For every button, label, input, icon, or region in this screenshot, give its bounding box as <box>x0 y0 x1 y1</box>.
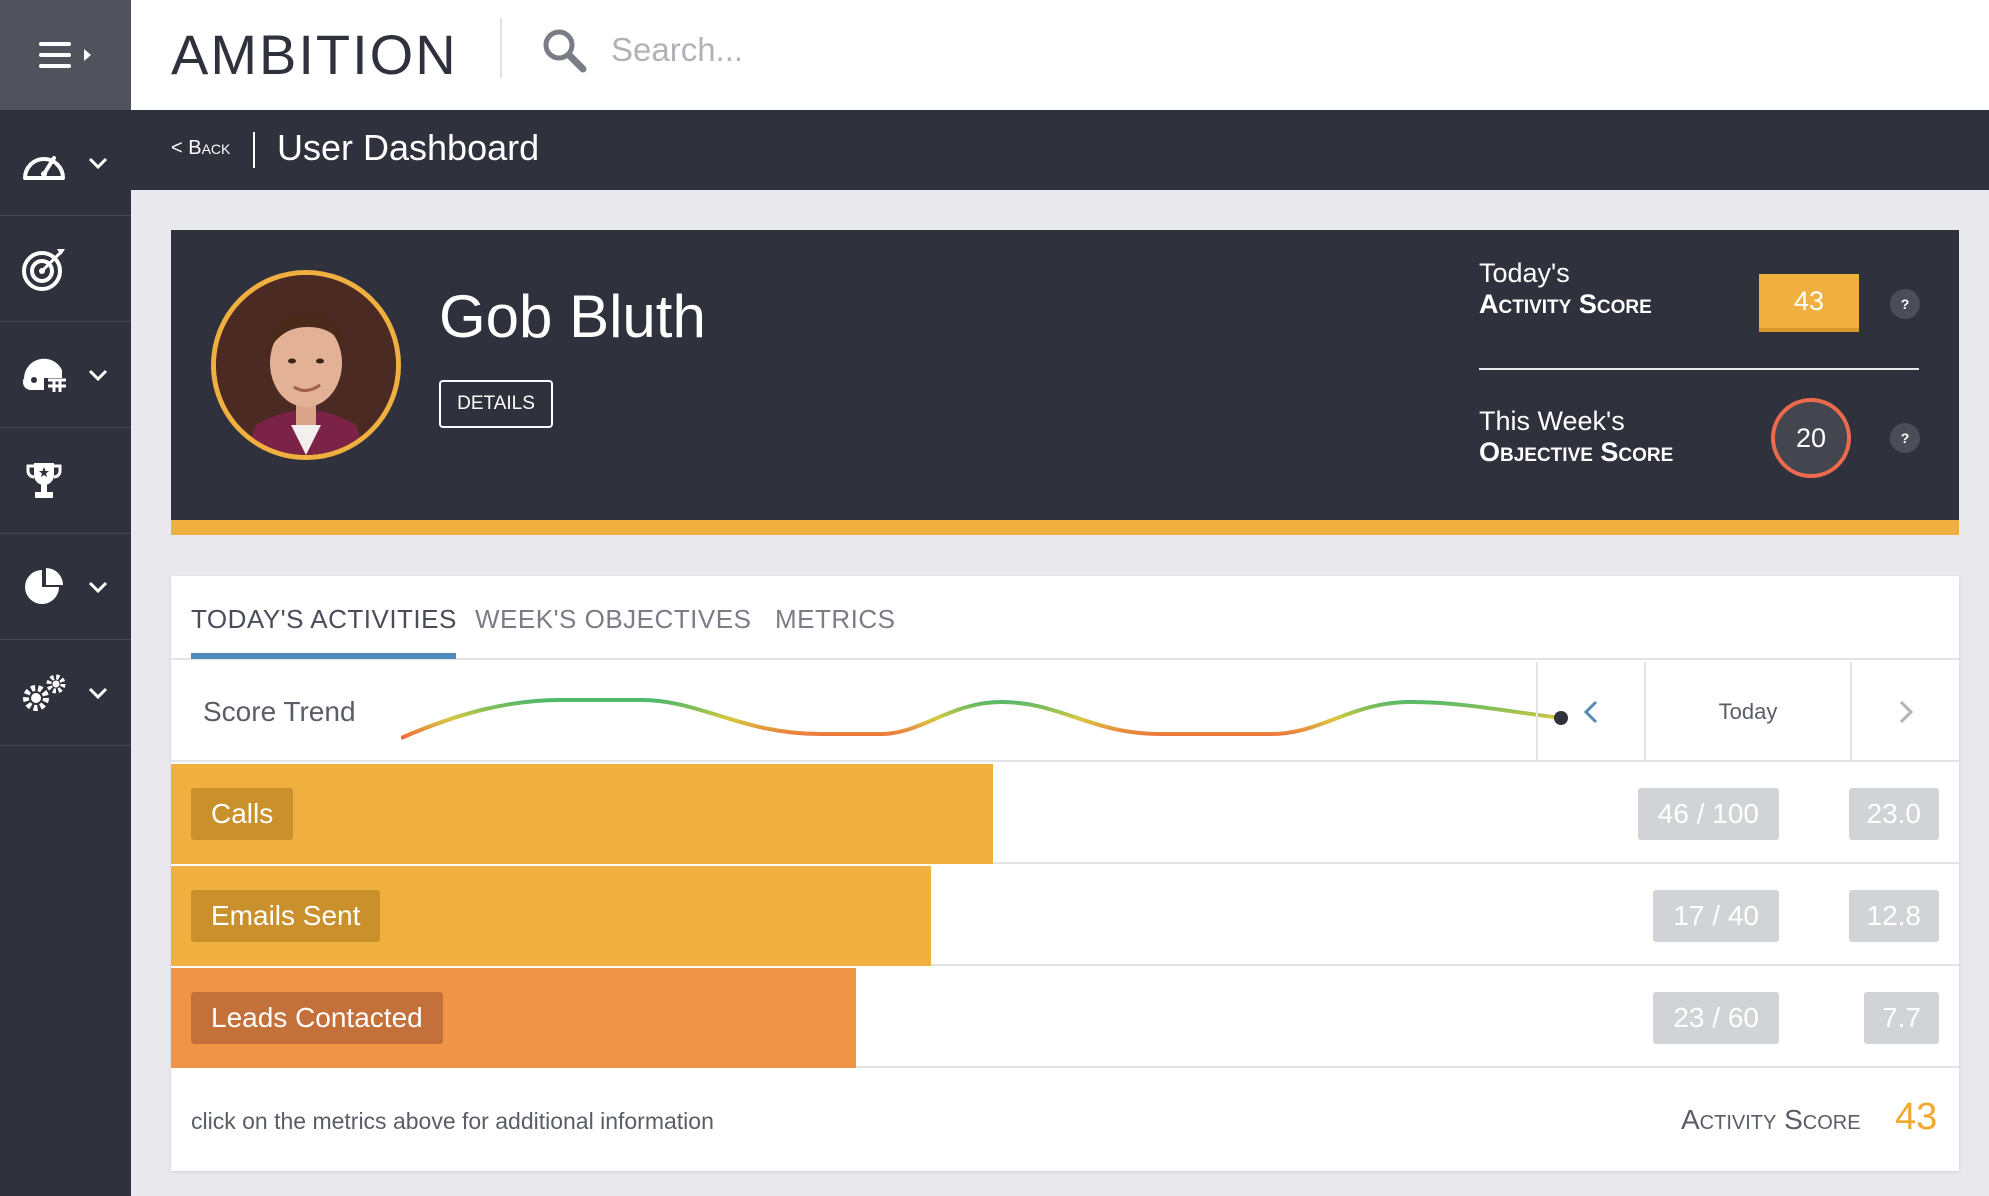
objective-score-title: Objective Score <box>1479 437 1674 467</box>
football-helmet-icon <box>20 351 68 399</box>
target-icon <box>20 245 68 293</box>
tab-todays-activities[interactable]: TODAY'S ACTIVITIES <box>191 604 457 635</box>
chevron-left-icon <box>1584 700 1598 724</box>
page-header: < Back User Dashboard <box>131 110 1989 190</box>
page-title: User Dashboard <box>277 127 540 168</box>
details-button[interactable]: DETAILS <box>439 380 553 428</box>
metric-score: 23.0 <box>1848 788 1939 840</box>
objective-score-caption: This Week's <box>1479 406 1625 436</box>
chevron-down-icon <box>86 575 110 599</box>
gears-icon <box>20 669 68 717</box>
profile-card: Gob Bluth DETAILS Today's Activity Score… <box>171 230 1959 535</box>
metric-score: 12.8 <box>1848 890 1939 942</box>
pie-chart-icon <box>20 563 68 611</box>
metric-label: Leads Contacted <box>191 992 443 1044</box>
objective-score-value: 20 <box>1771 398 1851 478</box>
caret-right-icon <box>83 49 91 61</box>
chevron-down-icon <box>86 363 110 387</box>
score-trend-label: Score Trend <box>203 696 356 727</box>
metric-row-leads-contacted[interactable]: Leads Contacted 23 / 60 7.7 <box>171 968 1959 1068</box>
metric-ratio: 17 / 40 <box>1653 890 1779 942</box>
activity-score-value: 43 <box>1759 274 1859 332</box>
sidebar-item-competitions[interactable] <box>0 322 131 428</box>
activity-score-help-button[interactable]: ? <box>1890 289 1920 319</box>
speedometer-icon <box>20 139 68 187</box>
metric-progress-bar <box>171 764 993 864</box>
tab-bar: TODAY'S ACTIVITIES WEEK'S OBJECTIVES MET… <box>171 576 1959 660</box>
metric-label: Emails Sent <box>191 890 381 942</box>
footer-activity-score-value: 43 <box>1895 1096 1938 1138</box>
metric-ratio: 46 / 100 <box>1637 788 1779 840</box>
chevron-down-icon <box>86 681 110 705</box>
period-selector[interactable]: Today <box>1644 662 1850 762</box>
sidebar-item-settings[interactable] <box>0 640 131 746</box>
activities-panel: TODAY'S ACTIVITIES WEEK'S OBJECTIVES MET… <box>171 576 1959 1171</box>
back-link[interactable]: < Back <box>171 137 230 160</box>
objective-score-help-button[interactable]: ? <box>1890 423 1920 453</box>
period-label: Today <box>1718 699 1778 724</box>
user-name: Gob Bluth <box>439 283 706 350</box>
sidebar <box>0 0 131 1196</box>
metric-row-calls[interactable]: Calls 46 / 100 23.0 <box>171 764 1959 864</box>
tab-weeks-objectives[interactable]: WEEK'S OBJECTIVES <box>475 604 751 635</box>
trophy-icon <box>20 457 68 505</box>
prev-period-button[interactable] <box>1536 662 1644 762</box>
metric-row-emails-sent[interactable]: Emails Sent 17 / 40 12.8 <box>171 866 1959 966</box>
footer-activity-score-label: Activity Score <box>1681 1104 1861 1135</box>
score-trend-sparkline[interactable] <box>401 672 1691 752</box>
sidebar-item-dashboard[interactable] <box>0 110 131 216</box>
search-icon[interactable] <box>541 27 587 73</box>
score-trend-row: Score Trend Today <box>171 662 1959 762</box>
objective-score-label: This Week's Objective Score <box>1479 406 1919 468</box>
chevron-right-icon <box>1899 700 1913 724</box>
header-divider <box>253 132 255 168</box>
top-bar: AMBITION <box>131 0 1989 110</box>
metric-ratio: 23 / 60 <box>1653 992 1779 1044</box>
menu-toggle-button[interactable] <box>0 0 131 110</box>
metrics-hint: click on the metrics above for additiona… <box>191 1108 714 1134</box>
chevron-down-icon <box>86 151 110 175</box>
logo-divider <box>500 18 502 78</box>
ambition-logo[interactable]: AMBITION <box>171 14 458 94</box>
metric-score: 7.7 <box>1864 992 1939 1044</box>
sidebar-item-reports[interactable] <box>0 534 131 640</box>
metric-label: Calls <box>191 788 294 840</box>
tab-metrics[interactable]: METRICS <box>775 604 896 635</box>
sidebar-item-goals[interactable] <box>0 216 131 322</box>
score-divider <box>1479 368 1919 370</box>
next-period-button[interactable] <box>1850 662 1959 762</box>
active-tab-indicator <box>191 653 456 659</box>
hamburger-icon <box>38 42 71 68</box>
avatar[interactable] <box>211 270 401 460</box>
search-input[interactable] <box>611 22 1211 78</box>
sidebar-item-achievements[interactable] <box>0 428 131 534</box>
